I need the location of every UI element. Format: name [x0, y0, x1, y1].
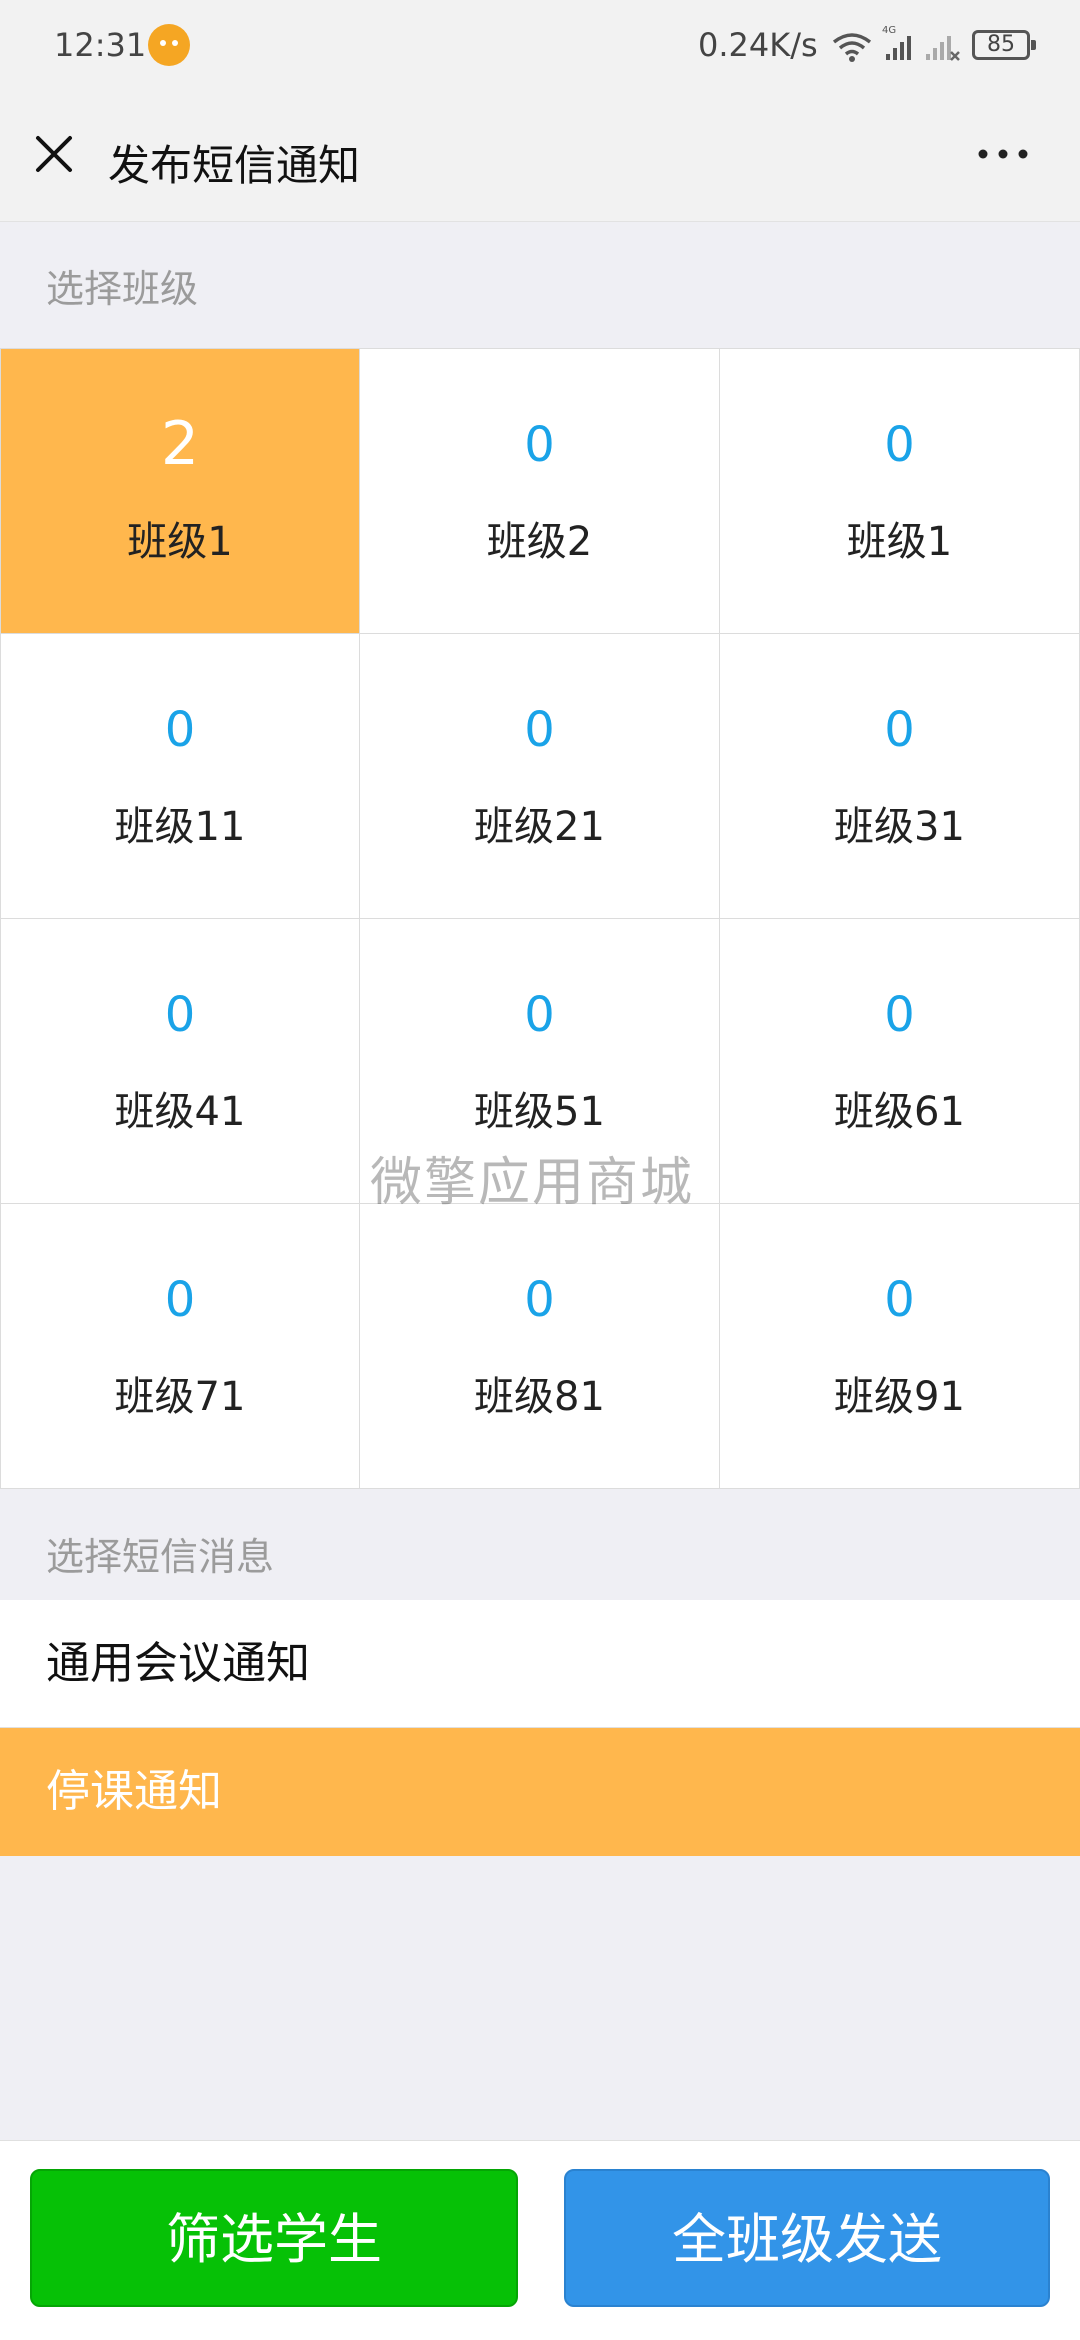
chat-app-icon [148, 24, 190, 66]
class-student-count: 0 [884, 987, 915, 1043]
class-name: 班级1 [846, 519, 953, 565]
status-net-speed: 0.24K/s [698, 26, 818, 64]
status-time: 12:31 [54, 26, 147, 64]
class-student-count: 0 [524, 417, 555, 473]
message-section-label: 选择短信消息 [46, 1535, 275, 1579]
class-student-count: 0 [524, 987, 555, 1043]
class-cell[interactable]: 0 班级41 [0, 919, 360, 1204]
signal-no-service-icon [926, 36, 960, 61]
bottom-action-bar: 筛选学生 全班级发送 [0, 2140, 1080, 2340]
more-icon[interactable] [976, 144, 1030, 164]
title-bar: 发布短信通知 [0, 92, 1080, 222]
class-student-count: 0 [524, 702, 555, 758]
class-name: 班级91 [834, 1374, 965, 1420]
class-student-count: 0 [884, 1272, 915, 1328]
class-student-count: 0 [164, 702, 196, 758]
page: 12:31 0.24K/s 4G 85 发布短信通知 选择班级 2 班级1 0 … [0, 0, 1080, 2340]
class-student-count: 2 [160, 409, 200, 479]
send-all-classes-button[interactable]: 全班级发送 [564, 2169, 1050, 2307]
class-name: 班级21 [474, 804, 605, 850]
network-type-label: 4G [882, 25, 896, 36]
signal-4g-icon: 4G [882, 25, 911, 60]
class-name: 班级61 [834, 1089, 965, 1135]
class-name: 班级71 [114, 1374, 246, 1420]
class-cell[interactable]: 0 班级2 [359, 349, 720, 634]
class-student-count: 0 [164, 1272, 196, 1328]
class-cell[interactable]: 0 班级81 [359, 1204, 720, 1489]
class-cell[interactable]: 0 班级1 [719, 349, 1080, 634]
class-name: 班级51 [474, 1089, 605, 1135]
watermark: 微擎应用商城 [370, 1153, 695, 1213]
wifi-icon [832, 33, 872, 62]
class-name: 班级11 [114, 804, 246, 850]
message-template-item[interactable]: 停课通知 [0, 1728, 1080, 1856]
class-cell[interactable]: 0 班级71 [0, 1204, 360, 1489]
class-name: 班级2 [486, 519, 593, 565]
class-student-count: 0 [884, 702, 915, 758]
class-cell[interactable]: 0 班级11 [0, 634, 360, 919]
class-cell[interactable]: 0 班级31 [719, 634, 1080, 919]
class-student-count: 0 [524, 1272, 555, 1328]
class-student-count: 0 [884, 417, 915, 473]
class-name: 班级31 [834, 804, 965, 850]
class-name: 班级41 [114, 1089, 246, 1135]
class-cell[interactable]: 0 班级61 [719, 919, 1080, 1204]
class-cell[interactable]: 0 班级21 [359, 634, 720, 919]
class-cell[interactable]: 2 班级1 [0, 349, 360, 634]
close-icon[interactable] [32, 132, 76, 176]
message-template-item[interactable]: 通用会议通知 [0, 1600, 1080, 1728]
battery-icon: 85 [972, 30, 1036, 60]
page-title: 发布短信通知 [108, 141, 361, 190]
status-bar: 12:31 0.24K/s 4G 85 [0, 0, 1080, 92]
class-grid: 2 班级1 0 班级2 0 班级1 0 班级11 0 班级21 0 班级31 0 班级41 0 班级51 0 班级… [0, 348, 1080, 1489]
class-name: 班级1 [127, 519, 233, 565]
class-cell[interactable]: 0 班级91 [719, 1204, 1080, 1489]
filter-students-button[interactable]: 筛选学生 [30, 2169, 518, 2307]
class-section-label: 选择班级 [46, 267, 199, 311]
class-student-count: 0 [164, 987, 196, 1043]
class-name: 班级81 [474, 1374, 605, 1420]
message-list: 通用会议通知 停课通知 [0, 1600, 1080, 1856]
